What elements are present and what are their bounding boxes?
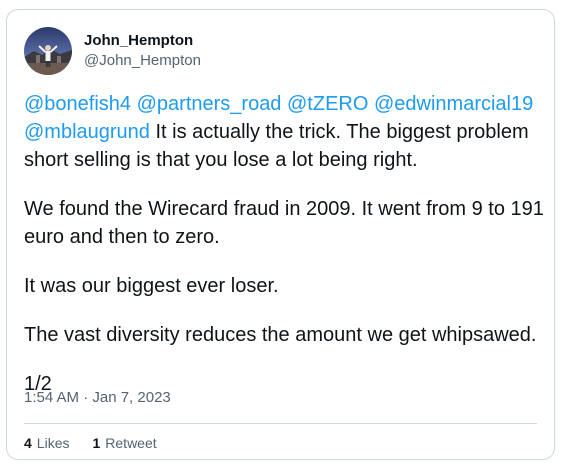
mention-link[interactable]: @mblaugrund	[24, 121, 150, 143]
tweet-paragraph-2: We found the Wirecard fraud in 2009. It …	[24, 198, 544, 248]
retweets-count: 1	[92, 435, 101, 451]
retweets-stat[interactable]: 1 Retweet	[92, 433, 156, 453]
author-names: John_Hempton @John_Hempton	[84, 31, 201, 71]
author-display-name[interactable]: John_Hempton	[84, 31, 201, 51]
retweets-label: Retweet	[105, 435, 157, 451]
tweet-paragraph-4: The vast diversity reduces the amount we…	[24, 324, 537, 346]
tweet-paragraph-1: @bonefish4 @partners_road @tZERO @edwinm…	[24, 90, 544, 174]
mention-link[interactable]: @tZERO	[287, 93, 368, 115]
avatar-image	[24, 27, 72, 75]
divider	[24, 423, 537, 424]
likes-count: 4	[24, 435, 32, 451]
tweet-timestamp[interactable]: 1:54 AM · Jan 7, 2023	[24, 388, 171, 408]
likes-label: Likes	[36, 435, 70, 451]
tweet-header: John_Hempton @John_Hempton	[24, 27, 201, 75]
mention-link[interactable]: @edwinmarcial19	[374, 93, 533, 115]
tweet-body: @bonefish4 @partners_road @tZERO @edwinm…	[24, 90, 544, 419]
likes-stat[interactable]: 4 Likes	[24, 433, 69, 453]
author-handle[interactable]: @John_Hempton	[84, 51, 201, 71]
tweet-stats: 4 Likes 1 Retweet	[24, 433, 180, 453]
mention-link[interactable]: @bonefish4	[24, 93, 131, 115]
mention-link[interactable]: @partners_road	[137, 93, 282, 115]
tweet-paragraph-3: It was our biggest ever loser.	[24, 275, 279, 297]
tweet-card: John_Hempton @John_Hempton @bonefish4 @p…	[6, 9, 555, 460]
avatar[interactable]	[24, 27, 72, 75]
